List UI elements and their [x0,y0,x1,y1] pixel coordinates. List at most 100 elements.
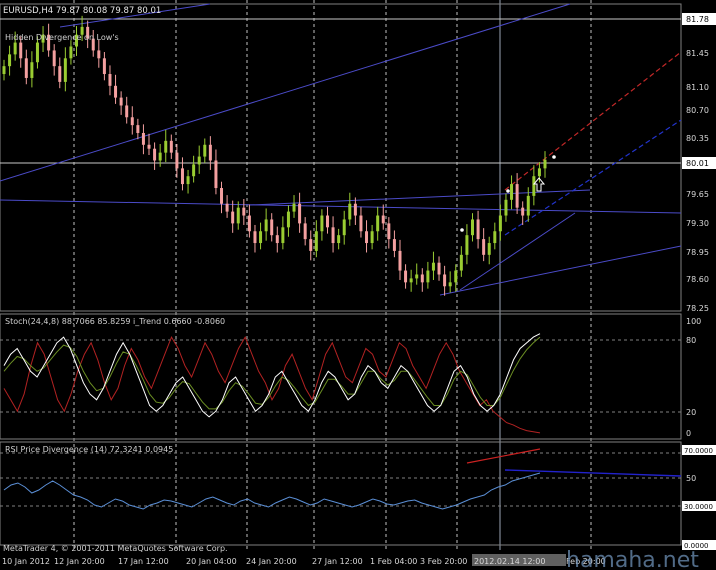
svg-text:10 Jan 2012: 10 Jan 2012 [2,557,50,566]
svg-text:27 Jan 12:00: 27 Jan 12:00 [312,557,363,566]
candle-body [376,215,380,232]
candle-body [270,219,274,236]
svg-text:1 Feb 04:00: 1 Feb 04:00 [370,557,417,566]
candle-body [203,144,207,157]
svg-text:78.95: 78.95 [686,248,709,257]
candle-body [141,132,145,145]
candle-body [415,274,419,279]
candle-body [420,274,424,283]
candle-body [298,203,302,224]
candle-body [314,231,318,251]
candle-body [8,54,12,67]
svg-text:79.30: 79.30 [686,219,709,228]
candle-body [186,176,190,185]
candle-body [281,227,285,244]
stoch-axis-80: 80 [686,336,696,345]
stoch-axis-20: 20 [686,408,696,417]
candle-body [147,144,151,149]
candle-body [52,50,56,67]
candle-body [253,231,257,244]
candle-body [470,219,474,236]
indicator-label: Hidden Divergence on Low's [5,33,119,42]
candle-body [192,164,196,177]
candle-body [476,219,480,240]
candle-body [175,152,179,169]
current-price-box-text: 80.01 [686,159,709,168]
candle-body [214,160,218,189]
candle-body [35,42,39,63]
candle-body [437,262,441,275]
svg-text:80.70: 80.70 [686,106,709,115]
candle-body [498,215,502,232]
svg-text:2012.02.14 12:00: 2012.02.14 12:00 [474,557,545,566]
candle-body [303,223,307,240]
candle-body [537,168,541,177]
candle-body [370,231,374,244]
candle-body [459,254,463,271]
candle-body [526,195,530,216]
candle-body [119,97,123,106]
candle-body [30,62,34,78]
svg-text:78.25: 78.25 [686,304,709,313]
candle-body [108,74,112,86]
candle-body [97,50,101,59]
candle-body [381,215,385,224]
stochastic-label: Stoch(24,4,8) 88.7066 85.8259 i_Trend 0.… [5,317,225,326]
candle-body [2,66,6,75]
candle-body [24,58,28,78]
candle-body [259,231,263,244]
candle-body [164,140,168,153]
candle-body [114,85,118,98]
metatrader-chart-window[interactable]: EURUSD,H4 79.87 80.08 79.87 80.01 Hidden… [0,0,716,570]
candle-body [365,231,369,244]
stoch-axis-100: 100 [686,317,701,326]
candle-body [208,144,212,161]
candle-body [337,235,341,244]
candle-body [180,168,184,185]
watermark: hamaha.net [566,548,699,570]
svg-text:79.65: 79.65 [686,190,709,199]
candle-body [69,46,73,59]
rsi-label: RSI Price Divergence (14) 72.3241 0.0945 [5,445,173,454]
rsi-top-box-text: 70.0000 [684,447,713,455]
candle-body [309,239,313,251]
candle-body [342,219,346,236]
candle-body [532,176,536,196]
svg-text:20 Jan 04:00: 20 Jan 04:00 [186,557,237,566]
candle-body [398,250,402,271]
candle-body [125,105,129,118]
svg-text:3 Feb 20:00: 3 Feb 20:00 [420,557,467,566]
candle-body [247,215,251,232]
candle-body [487,243,491,255]
symbol-header: EURUSD,H4 79.87 80.08 79.87 80.01 [3,6,161,16]
svg-text:17 Jan 12:00: 17 Jan 12:00 [118,557,169,566]
svg-text:81.10: 81.10 [686,83,709,92]
candle-body [392,239,396,251]
candle-body [236,207,240,224]
candle-body [543,159,547,169]
rsi-axis-50: 50 [686,474,696,483]
candle-body [63,58,67,82]
top-price-box-text: 81.78 [686,15,709,24]
candle-body [19,42,23,59]
candle-body [510,184,514,200]
svg-text:24 Jan 20:00: 24 Jan 20:00 [246,557,297,566]
candle-body [443,274,447,287]
candle-body [353,203,357,216]
candle-body [153,148,157,161]
candle-body [286,211,290,228]
candle-body [465,235,469,255]
candle-body [359,215,363,232]
candle-body [426,270,430,283]
candle-body [504,199,508,216]
candle-body [387,223,391,240]
candle-body [225,203,229,212]
rsi-mid-box-text: 30.0000 [684,503,713,511]
candle-body [493,231,497,244]
candle-body [409,278,413,283]
candle-body [348,203,352,220]
candle-body [331,227,335,244]
candle-body [482,239,486,255]
svg-text:80.35: 80.35 [686,134,709,143]
candle-body [521,207,525,216]
